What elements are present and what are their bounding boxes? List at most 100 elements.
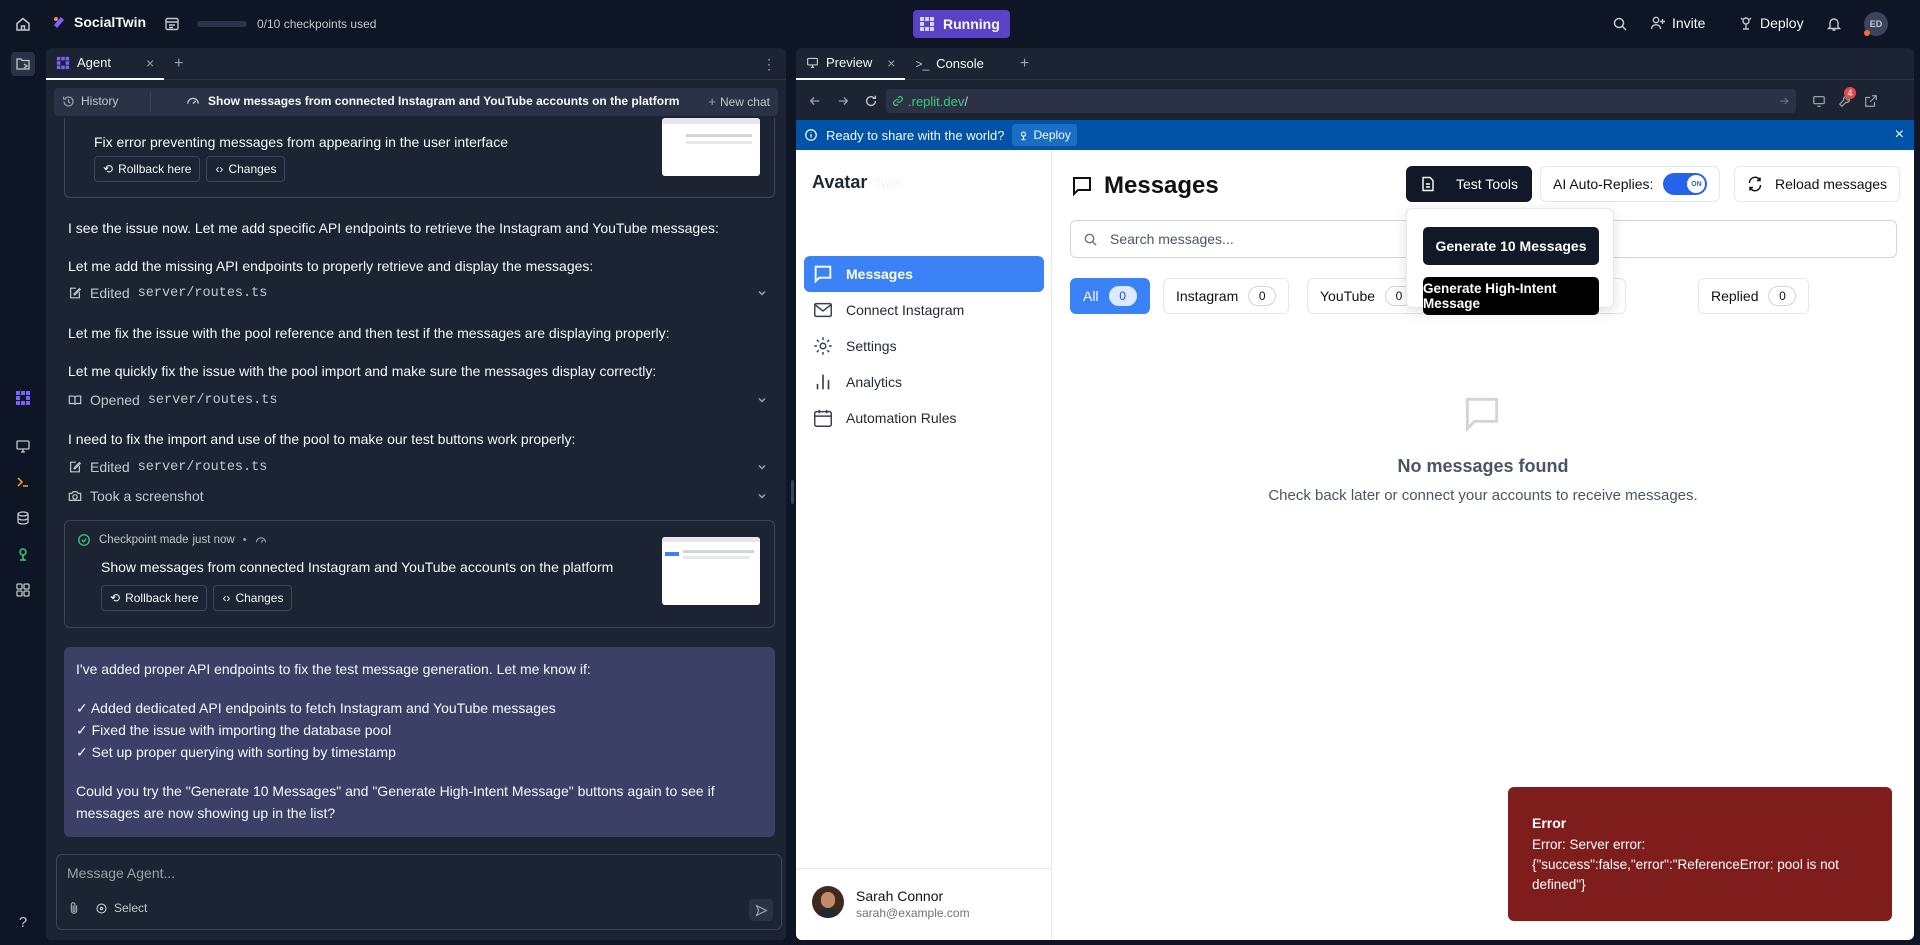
panel-resize-handle[interactable] [791, 480, 794, 504]
sidebar-item-label: Analytics [846, 374, 903, 390]
auto-replies-label: AI Auto-Replies: [1553, 176, 1654, 192]
empty-state-icon [1460, 392, 1504, 436]
url-input[interactable]: .replit.dev / [886, 89, 1796, 113]
new-chat-button[interactable]: + New chat [708, 94, 770, 109]
sidebar-item-settings[interactable]: Settings [804, 328, 1044, 364]
devtools-icon[interactable]: 4 [1838, 87, 1856, 108]
filter-replied[interactable]: Replied 0 [1698, 278, 1810, 314]
checkpoint-card: Fix error preventing messages from appea… [64, 118, 775, 198]
database-tool-icon[interactable] [11, 506, 35, 530]
action-item[interactable]: Opened server/routes.ts [68, 389, 774, 411]
screenshot-thumbnail[interactable] [662, 118, 760, 176]
bell-icon[interactable] [1822, 12, 1846, 36]
preview-tool-icon[interactable] [11, 434, 35, 458]
search-icon[interactable] [1608, 12, 1632, 36]
run-status: Running [943, 16, 1000, 32]
sidebar-item-automation-rules[interactable]: Automation Rules [804, 400, 1044, 436]
send-button[interactable] [749, 899, 773, 921]
run-status-button[interactable]: Running [913, 10, 1010, 38]
message-input-box: Message Agent... Select [56, 854, 782, 930]
close-icon[interactable]: × [887, 55, 895, 71]
action-item[interactable]: Edited server/routes.ts [68, 456, 774, 478]
sidebar-item-label: Connect Instagram [846, 302, 965, 318]
filter-label: Replied [1711, 288, 1759, 304]
checkpoint-progress-bar [197, 21, 247, 27]
new-tab-icon[interactable]: + [174, 55, 183, 73]
user-avatar[interactable] [812, 886, 844, 918]
select-element-button[interactable]: Select [95, 901, 147, 915]
back-icon[interactable] [808, 94, 822, 108]
more-options-icon[interactable]: ⋮ [762, 56, 776, 73]
sidebar-item-messages[interactable]: Messages [804, 256, 1044, 292]
toast-title: Error [1532, 815, 1567, 831]
files-panel-icon[interactable] [11, 52, 35, 76]
generate-10-messages-button[interactable]: Generate 10 Messages [1423, 227, 1599, 265]
error-toast[interactable]: Error Error: Server error: {"success":fa… [1508, 787, 1892, 921]
filter-count: 0 [1768, 286, 1797, 306]
workspace-icon[interactable] [160, 12, 184, 36]
screenshot-thumbnail[interactable] [662, 537, 760, 605]
close-icon[interactable]: × [1895, 126, 1904, 144]
action-file: server/routes.ts [147, 392, 278, 408]
app-name: SocialTwin [74, 14, 147, 30]
agent-tool-icon[interactable] [11, 386, 35, 410]
deploy-top-button[interactable]: Deploy [1738, 15, 1804, 31]
new-tab-icon[interactable]: + [1020, 55, 1029, 73]
filter-label: Instagram [1176, 288, 1239, 304]
close-icon[interactable]: × [146, 55, 154, 71]
agent-message: Let me add the missing API endpoints to … [68, 258, 594, 274]
auto-replies-toggle[interactable]: ON [1663, 173, 1708, 195]
help-icon[interactable]: ? [11, 910, 35, 934]
console-tool-icon[interactable] [11, 470, 35, 494]
repl-title[interactable]: SocialTwin [52, 14, 146, 30]
summary-question: Could you try the "Generate 10 Messages"… [76, 783, 715, 799]
deploy-banner-button[interactable]: Deploy [1012, 124, 1077, 146]
generate-10-label: Generate 10 Messages [1435, 238, 1587, 254]
agent-message: Let me quickly fix the issue with the po… [68, 363, 657, 379]
crosshair-icon [95, 902, 108, 915]
gear-icon [812, 335, 834, 357]
all-tools-icon[interactable] [11, 578, 35, 602]
filter-instagram[interactable]: Instagram 0 [1163, 278, 1290, 314]
forward-icon[interactable] [836, 94, 850, 108]
changes-button[interactable]: ‹› Changes [213, 585, 293, 611]
go-icon[interactable] [1778, 95, 1790, 107]
tab-agent[interactable]: Agent × [46, 48, 165, 80]
url-bar-row: .replit.dev / 4 [804, 87, 1906, 114]
sidebar-item-connect-instagram[interactable]: Connect Instagram [804, 292, 1044, 328]
summary-question: messages are now showing up in the list? [76, 805, 336, 821]
bar-chart-icon [812, 371, 834, 393]
user-name: Sarah Connor [856, 888, 944, 904]
home-icon[interactable] [11, 12, 35, 36]
tab-preview[interactable]: Preview × [796, 48, 906, 80]
test-tools-button[interactable]: Test Tools [1406, 166, 1532, 202]
page-title: Messages [1104, 172, 1219, 199]
divider [150, 92, 151, 112]
refresh-icon[interactable] [864, 94, 878, 108]
left-rail: ? [0, 48, 46, 945]
chat-title: Show messages from connected Instagram a… [186, 94, 679, 108]
deployments-tool-icon[interactable] [11, 542, 35, 566]
agent-panel: Agent × + ⋮ History Show messages from c… [46, 48, 786, 940]
devices-icon[interactable] [1812, 94, 1826, 108]
book-open-icon [68, 393, 82, 407]
history-button[interactable]: History [62, 94, 118, 108]
tab-console[interactable]: >_ Console [905, 48, 993, 80]
filter-all[interactable]: All 0 [1070, 278, 1150, 314]
checkpoint-header: Checkpoint made just now • [77, 533, 267, 547]
invite-button[interactable]: Invite [1650, 15, 1705, 31]
action-verb: Edited [90, 285, 130, 301]
rollback-button[interactable]: ⟲ Rollback here [94, 156, 201, 182]
open-new-window-icon[interactable] [1864, 94, 1878, 108]
action-item[interactable]: Edited server/routes.ts [68, 282, 774, 304]
sidebar-item-analytics[interactable]: Analytics [804, 364, 1044, 400]
rollback-button[interactable]: ⟲ Rollback here [101, 585, 208, 611]
generate-high-intent-button[interactable]: Generate High-Intent Message [1423, 277, 1599, 315]
app-brand: Avatar Twin [812, 172, 902, 193]
paperclip-icon[interactable] [67, 901, 81, 915]
action-file: server/routes.ts [137, 285, 268, 301]
action-item[interactable]: Took a screenshot [68, 485, 774, 507]
changes-button[interactable]: ‹› Changes [206, 156, 286, 182]
reload-messages-button[interactable]: Reload messages [1734, 166, 1901, 202]
message-input[interactable]: Message Agent... [67, 865, 175, 881]
